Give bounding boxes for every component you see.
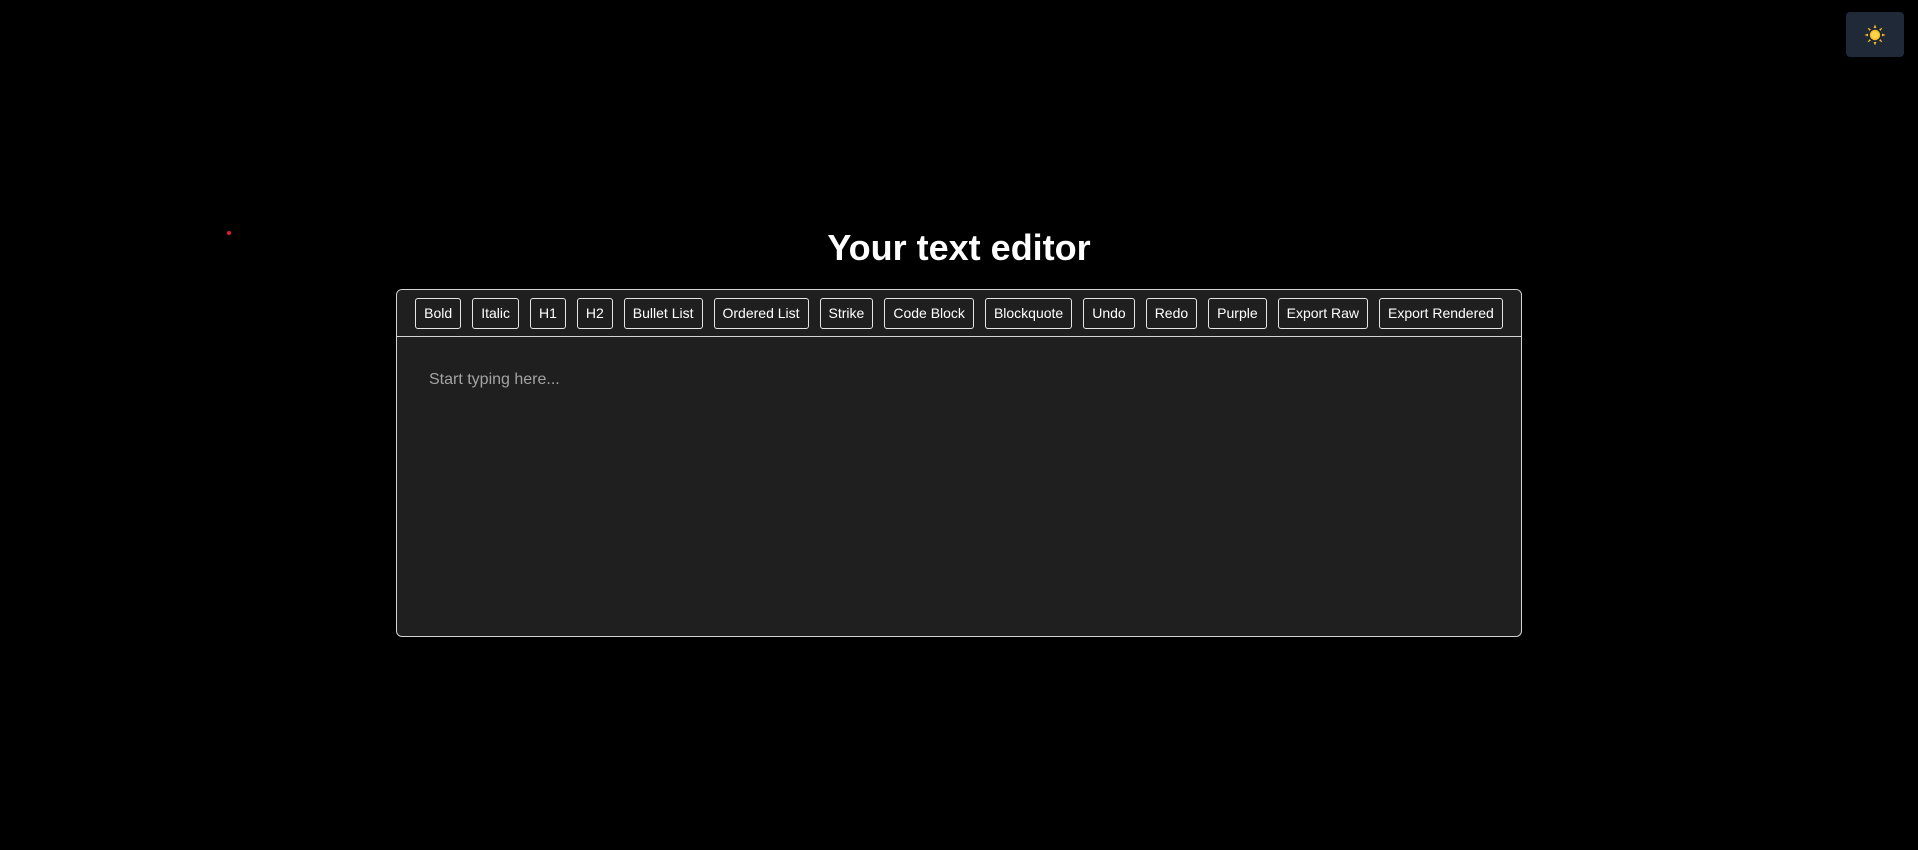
editor-container: Bold Italic H1 H2 Bullet List Ordered Li… (396, 289, 1522, 637)
editor-placeholder: Start typing here... (429, 371, 560, 388)
sun-icon (1864, 24, 1886, 45)
ordered-list-button[interactable]: Ordered List (713, 297, 809, 329)
page: Your text editor Bold Italic H1 H2 Bulle… (0, 0, 1918, 850)
purple-button[interactable]: Purple (1208, 297, 1267, 329)
bullet-list-button[interactable]: Bullet List (623, 297, 703, 329)
export-raw-button[interactable]: Export Raw (1277, 297, 1368, 329)
editor-toolbar: Bold Italic H1 H2 Bullet List Ordered Li… (397, 290, 1521, 337)
code-block-button[interactable]: Code Block (884, 297, 974, 329)
redo-button[interactable]: Redo (1145, 297, 1198, 329)
bold-button[interactable]: Bold (415, 297, 462, 329)
strike-button[interactable]: Strike (819, 297, 874, 329)
export-rendered-button[interactable]: Export Rendered (1378, 297, 1503, 329)
page-title: Your text editor (827, 227, 1091, 268)
h2-button[interactable]: H2 (576, 297, 613, 329)
h1-button[interactable]: H1 (529, 297, 566, 329)
blockquote-button[interactable]: Blockquote (984, 297, 1073, 329)
italic-button[interactable]: Italic (472, 297, 519, 329)
undo-button[interactable]: Undo (1083, 297, 1135, 329)
theme-toggle-button[interactable] (1846, 12, 1904, 57)
editor-content-area[interactable]: Start typing here... (397, 337, 1521, 636)
